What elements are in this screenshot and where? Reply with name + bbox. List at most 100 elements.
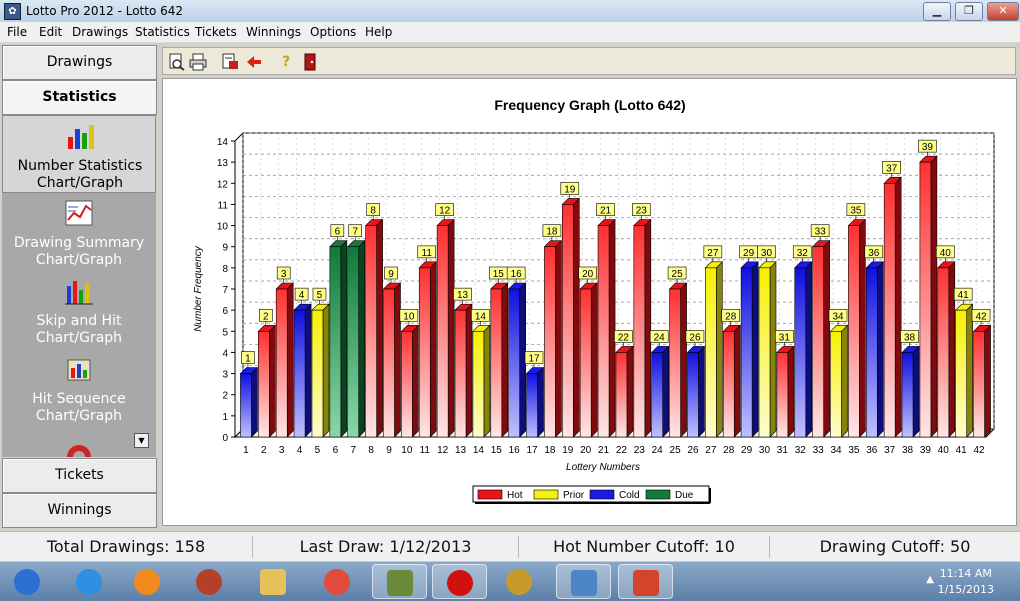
taskbar-lotto-app[interactable] [492, 564, 547, 599]
legend-label-hot: Hot [507, 490, 523, 501]
taskbar-control-panel[interactable] [556, 564, 611, 599]
x-tick-label: 38 [902, 445, 914, 456]
x-tick-label: 9 [386, 445, 392, 456]
taskbar-chrome[interactable] [310, 564, 365, 599]
scroll-down-button[interactable]: ▼ [134, 433, 149, 448]
x-tick-label: 1 [243, 445, 249, 456]
x-tick-label: 39 [920, 445, 932, 456]
powerpoint-icon [633, 570, 659, 596]
bar-34 [829, 324, 849, 438]
data-label: 25 [672, 269, 684, 280]
data-label: 18 [546, 227, 558, 238]
x-tick-label: 3 [279, 445, 285, 456]
x-tick-label: 40 [938, 445, 950, 456]
plot-area: 012345678910111213141 2 3 4 5 6 7 8 9 10 11 12 13 14 1… [217, 131, 996, 456]
main-area: ? 0 1 2 3 4 5 6 7 8 9 10 11 12 13 14 1 2 3 4 5 6 7 8 9 10 11 12 13 1… [160, 45, 1018, 528]
minimize-button[interactable]: ▁ [923, 2, 951, 21]
clock[interactable]: 11:14 AM 1/15/2013 [938, 566, 994, 598]
close-button[interactable]: ✕ [987, 2, 1019, 21]
x-tick-label: 19 [562, 445, 574, 456]
y-tick-label: 3 [222, 370, 228, 381]
legend-swatch-cold [589, 489, 615, 500]
bar-42 [972, 324, 992, 438]
print-preview-icon[interactable] [167, 53, 185, 71]
x-tick-label: 8 [368, 445, 374, 456]
data-label: 6 [335, 227, 341, 238]
y-tick-label: 6 [222, 306, 228, 317]
y-tick-label: 2 [222, 391, 228, 402]
x-tick-label: 31 [777, 445, 789, 456]
navitem-sublabel: Chart/Graph [35, 252, 123, 268]
bar-14 [472, 324, 491, 438]
menu-edit[interactable]: Edit [39, 25, 62, 39]
navitem-drawing-summary[interactable]: Drawing Summary Chart/Graph [2, 193, 156, 271]
statistics-panel: Number Statistics Chart/Graph Drawing Sum… [2, 115, 156, 457]
y-tick-label: 12 [217, 179, 229, 190]
bar-21 [597, 218, 616, 438]
navitem-hit-sequence[interactable]: Hit Sequence Chart/Graph [2, 349, 156, 427]
nav-tickets[interactable]: Tickets [2, 458, 157, 493]
menu-file[interactable]: File [7, 25, 27, 39]
bar-19 [561, 197, 581, 438]
taskbar-file-explorer[interactable] [246, 564, 301, 599]
control-panel-icon [571, 570, 597, 596]
x-tick-label: 23 [634, 445, 646, 456]
data-label: 14 [475, 311, 487, 322]
help-icon[interactable]: ? [277, 53, 295, 71]
nav-winnings[interactable]: Winnings [2, 493, 157, 528]
taskbar-money-app[interactable] [372, 564, 427, 599]
x-tick-label: 18 [544, 445, 556, 456]
data-label: 31 [779, 332, 791, 343]
data-label: 21 [600, 206, 612, 217]
print-icon[interactable] [189, 53, 207, 71]
data-label: 1 [245, 354, 251, 365]
bar-8 [364, 218, 384, 438]
bar-35 [847, 218, 867, 438]
data-label: 12 [439, 206, 451, 217]
bar-23 [633, 218, 652, 438]
bar-9 [382, 282, 402, 438]
data-label: 41 [958, 290, 970, 301]
legend-swatch-prior [533, 489, 559, 500]
menu-tickets[interactable]: Tickets [195, 25, 237, 39]
bar-27 [704, 261, 724, 438]
menu-drawings[interactable]: Drawings [72, 25, 128, 39]
navitem-skip-and-hit[interactable]: Skip and Hit Chart/Graph [2, 271, 156, 349]
taskbar-internet-explorer[interactable] [62, 564, 117, 599]
data-label: 32 [797, 248, 809, 259]
navitem-sublabel: Chart/Graph [35, 330, 123, 346]
taskbar-media-player[interactable] [120, 564, 175, 599]
navitem-sublabel: Chart/Graph [35, 408, 123, 424]
skip-hit-chart-icon [65, 281, 93, 305]
bar-17 [525, 366, 545, 438]
taskbar-film-reel[interactable] [182, 564, 237, 599]
back-arrow-icon[interactable] [245, 53, 263, 71]
data-label: 39 [922, 142, 934, 153]
taskbar-powerpoint[interactable] [618, 564, 673, 599]
x-tick-label: 41 [956, 445, 968, 456]
menu-help[interactable]: Help [365, 25, 392, 39]
x-tick-label: 13 [455, 445, 467, 456]
clock-time: 11:14 AM [939, 567, 992, 580]
y-tick-label: 7 [222, 285, 228, 296]
data-label: 30 [761, 248, 773, 259]
nav-drawings[interactable]: Drawings [2, 45, 157, 80]
menu-winnings[interactable]: Winnings [246, 25, 301, 39]
taskbar-red-ball-app[interactable] [432, 564, 487, 599]
data-label: 26 [689, 332, 701, 343]
exit-icon[interactable] [301, 53, 319, 71]
maximize-button[interactable]: ❐ [955, 2, 983, 21]
nav-statistics[interactable]: Statistics [2, 80, 157, 115]
x-tick-label: 35 [848, 445, 860, 456]
menu-statistics[interactable]: Statistics [135, 25, 190, 39]
bar-1 [239, 366, 259, 438]
navitem-label: Skip and Hit [36, 313, 122, 329]
menu-options[interactable]: Options [310, 25, 356, 39]
export-icon[interactable] [221, 53, 239, 71]
y-tick-label: 1 [222, 412, 228, 423]
data-label: 29 [743, 248, 755, 259]
navitem-number-statistics[interactable]: Number Statistics Chart/Graph [2, 115, 156, 193]
tray-expand-icon[interactable]: ▲ [926, 574, 934, 585]
lotto-app-icon [506, 569, 532, 595]
taskbar-start-orb[interactable] [0, 564, 55, 599]
